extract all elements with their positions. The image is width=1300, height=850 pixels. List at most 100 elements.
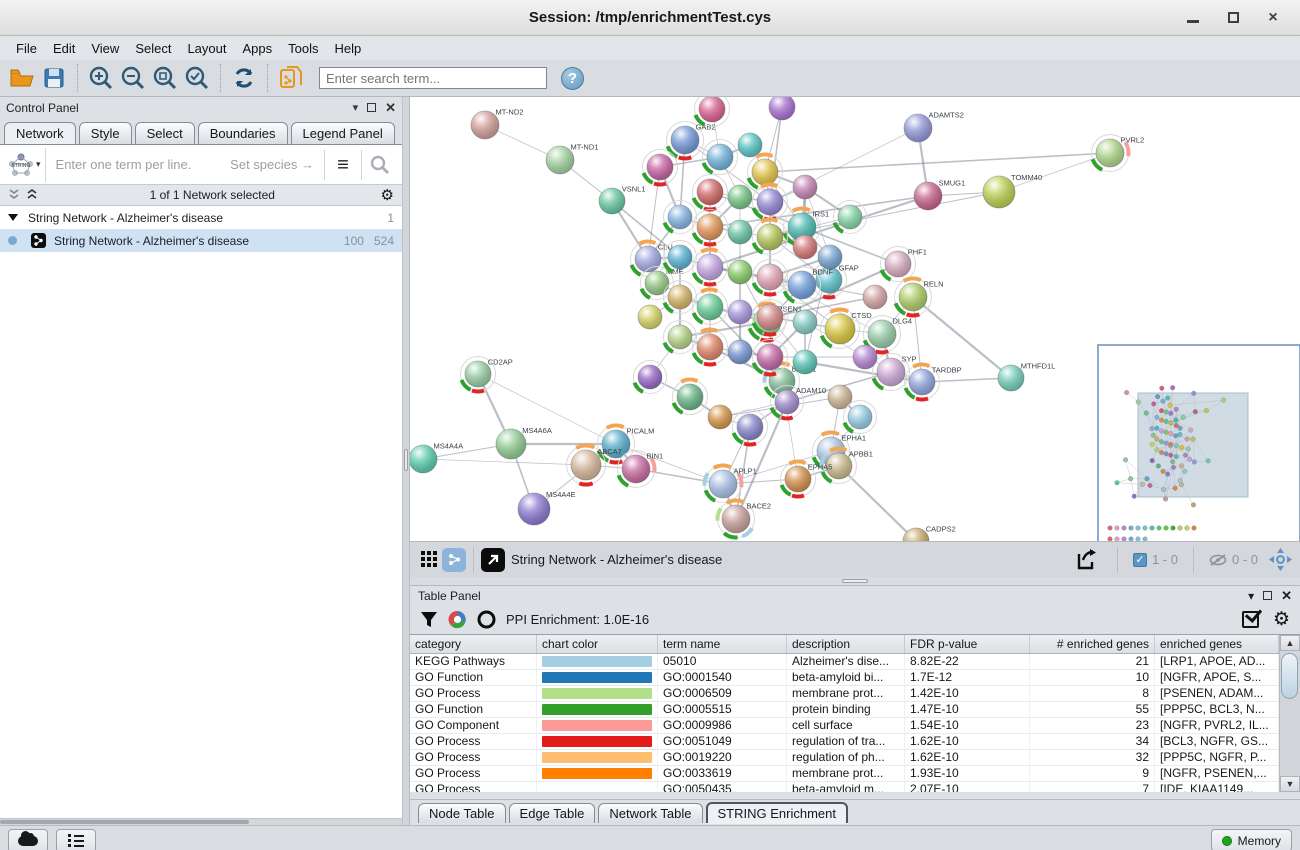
menu-view[interactable]: View	[83, 39, 127, 58]
network-node[interactable]	[863, 285, 887, 309]
tab-boundaries[interactable]: Boundaries	[198, 122, 288, 144]
network-node[interactable]	[695, 97, 730, 127]
minimize-button[interactable]	[1180, 7, 1206, 29]
vertical-scrollbar[interactable]: ▲ ▼	[1279, 635, 1300, 792]
open-session-button[interactable]	[6, 63, 38, 93]
menu-select[interactable]: Select	[127, 39, 179, 58]
refresh-button[interactable]	[228, 63, 260, 93]
network-node[interactable]	[664, 201, 697, 234]
menu-tools[interactable]: Tools	[280, 39, 326, 58]
network-node[interactable]	[753, 260, 788, 295]
column-header-category[interactable]: category	[410, 635, 537, 653]
network-node[interactable]: TARDBP	[905, 365, 962, 400]
network-node[interactable]: ADAMTS2	[904, 111, 964, 143]
network-node[interactable]	[634, 361, 667, 394]
network-node[interactable]	[638, 305, 662, 329]
network-node[interactable]	[769, 97, 795, 120]
zoom-selected-button[interactable]	[181, 63, 213, 93]
pan-mode-button[interactable]	[1266, 545, 1294, 575]
search-input[interactable]	[319, 67, 547, 89]
network-row[interactable]: String Network - Alzheimer's disease 100…	[0, 229, 402, 252]
zoom-fit-button[interactable]	[149, 63, 181, 93]
network-node[interactable]: RELN	[895, 279, 944, 316]
float-panel-icon[interactable]	[1263, 591, 1272, 600]
table-row[interactable]: GO FunctionGO:0005515protein binding1.47…	[410, 702, 1279, 718]
splitter-handle[interactable]	[404, 449, 408, 471]
scroll-up-icon[interactable]: ▲	[1280, 635, 1300, 651]
network-node[interactable]	[793, 175, 817, 199]
table-row[interactable]: GO ProcessGO:0019220regulation of ph...1…	[410, 750, 1279, 766]
gear-icon[interactable]: ⚙	[381, 188, 394, 203]
column-header-term-name[interactable]: term name	[658, 635, 787, 653]
scrollbar-thumb[interactable]	[1281, 653, 1298, 699]
network-node[interactable]: PHF1	[881, 247, 927, 282]
birdseye-view[interactable]	[1098, 345, 1300, 541]
panel-menu-icon[interactable]: ▾	[1248, 589, 1254, 603]
string-protein-query-selector[interactable]: STRING ▾	[4, 148, 46, 182]
tab-style[interactable]: Style	[79, 122, 132, 144]
network-node[interactable]	[703, 140, 738, 175]
network-node[interactable]	[834, 201, 867, 234]
grid-view-button[interactable]	[416, 545, 442, 575]
splitter-handle[interactable]	[842, 579, 868, 583]
network-canvas[interactable]: MT-ND2MT-ND1VSNL1GAB2CLUMMEIRS1ADAMTS2SM…	[410, 97, 1300, 541]
network-node[interactable]	[793, 235, 817, 259]
network-node[interactable]	[793, 310, 817, 334]
close-panel-icon[interactable]: ✕	[385, 101, 396, 114]
export-network-button[interactable]	[1072, 545, 1102, 575]
network-node[interactable]: BACE2	[718, 501, 772, 538]
table-row[interactable]: GO ProcessGO:0033619membrane prot...1.93…	[410, 766, 1279, 782]
scrollbar-thumb[interactable]	[0, 820, 249, 824]
network-node[interactable]	[853, 345, 877, 369]
horizontal-scrollbar[interactable]	[0, 818, 402, 825]
network-node[interactable]	[844, 401, 877, 434]
network-node[interactable]	[793, 350, 817, 374]
memory-button[interactable]: Memory	[1211, 829, 1292, 850]
table-row[interactable]: KEGG Pathways05010Alzheimer's dise...8.8…	[410, 654, 1279, 670]
enrichment-chart-icon[interactable]	[448, 610, 467, 629]
network-node[interactable]	[664, 241, 697, 274]
menu-file[interactable]: File	[8, 39, 45, 58]
tab-network-table[interactable]: Network Table	[598, 803, 702, 823]
tab-legend-panel[interactable]: Legend Panel	[291, 122, 395, 144]
zoom-out-button[interactable]	[117, 63, 149, 93]
tab-edge-table[interactable]: Edge Table	[509, 803, 596, 823]
table-row[interactable]: GO FunctionGO:0001540beta-amyloid bi...1…	[410, 670, 1279, 686]
tab-string-enrichment[interactable]: STRING Enrichment	[706, 802, 848, 823]
network-node[interactable]	[693, 330, 728, 365]
network-node[interactable]	[693, 250, 728, 285]
tab-node-table[interactable]: Node Table	[418, 803, 506, 823]
ring-chart-icon[interactable]	[477, 610, 496, 629]
network-node[interactable]	[673, 380, 708, 415]
help-button[interactable]: ?	[561, 67, 584, 90]
network-node[interactable]	[728, 260, 752, 284]
string-query-placeholder[interactable]: Enter one term per line.	[56, 157, 192, 172]
automation-button[interactable]	[8, 829, 48, 850]
network-node[interactable]	[753, 300, 788, 335]
panel-menu-icon[interactable]: ▾	[353, 101, 359, 114]
scroll-down-icon[interactable]: ▼	[1280, 776, 1300, 792]
network-node[interactable]	[693, 175, 728, 210]
network-node[interactable]	[738, 133, 762, 157]
set-species-hint[interactable]: Set species →	[230, 157, 314, 172]
vertical-splitter[interactable]	[402, 97, 410, 825]
network-node[interactable]	[753, 220, 788, 255]
menu-layout[interactable]: Layout	[179, 39, 234, 58]
network-node[interactable]	[753, 185, 788, 220]
detach-view-button[interactable]	[481, 548, 505, 572]
settings-gear-icon[interactable]: ⚙	[1273, 610, 1290, 629]
column-header-chart-color[interactable]: chart color	[537, 635, 658, 653]
collection-expander-icon[interactable]	[8, 214, 18, 221]
filter-icon[interactable]	[420, 611, 438, 629]
network-node[interactable]: MTHFD1L	[998, 361, 1055, 391]
menu-apps[interactable]: Apps	[235, 39, 281, 58]
network-node[interactable]: MS4A6A	[496, 426, 552, 459]
network-node[interactable]	[733, 410, 768, 445]
horizontal-splitter[interactable]	[410, 577, 1300, 585]
network-node[interactable]	[728, 340, 752, 364]
collapse-all-icon[interactable]	[8, 189, 20, 202]
network-node[interactable]	[664, 281, 697, 314]
close-button[interactable]: ×	[1260, 7, 1286, 29]
expand-all-icon[interactable]	[26, 189, 38, 202]
network-collection-row[interactable]: String Network - Alzheimer's disease 1	[0, 206, 402, 229]
